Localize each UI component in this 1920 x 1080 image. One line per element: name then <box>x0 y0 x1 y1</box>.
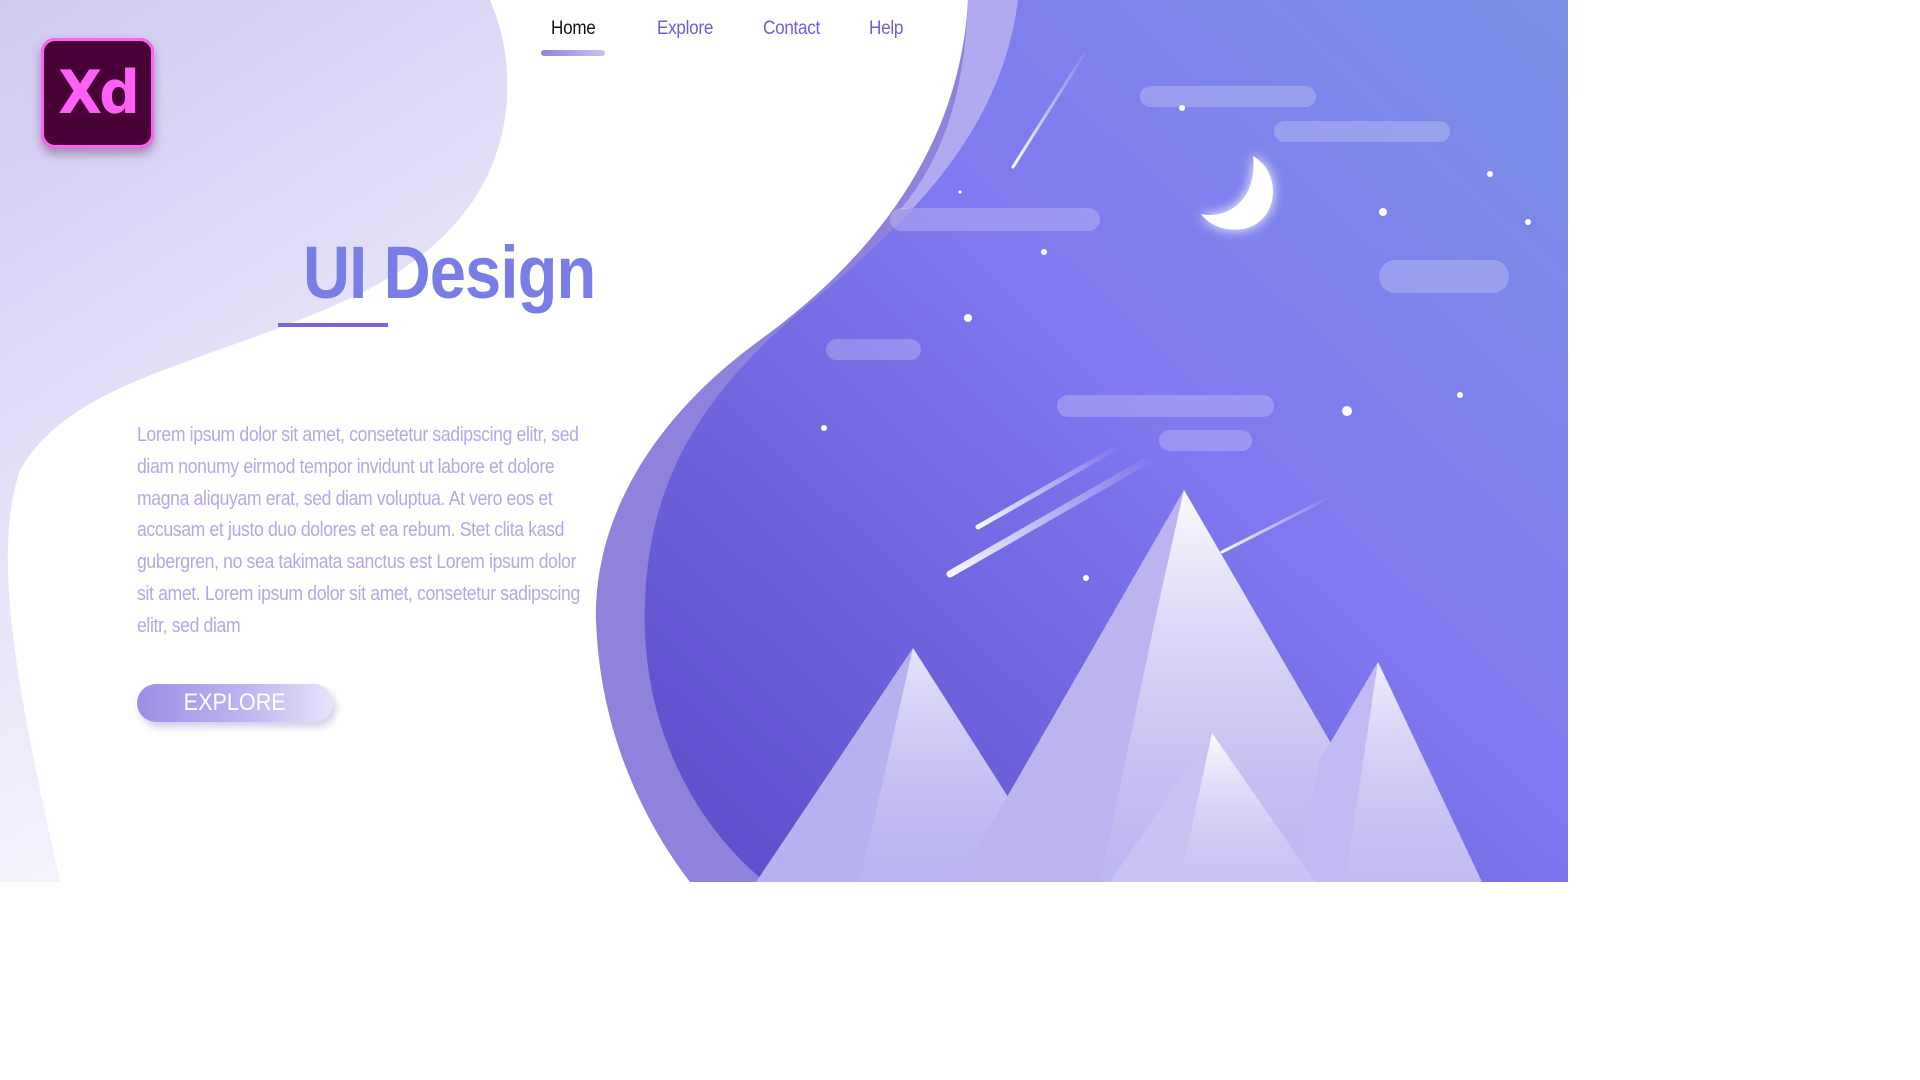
explore-button-label: EXPLORE <box>183 689 287 716</box>
title-underline <box>278 323 388 327</box>
explore-button[interactable]: EXPLORE <box>137 684 333 722</box>
hero-body-text: Lorem ipsum dolor sit amet, consetetur s… <box>137 424 580 637</box>
logo-text: Xd <box>57 58 140 128</box>
adobe-xd-logo: Xd <box>41 38 154 148</box>
hero-title: UI Design <box>303 231 596 314</box>
landing-page: Xd Home Explore Contact Help UI Design L… <box>0 0 1568 882</box>
nav-item-home[interactable]: Home <box>551 18 596 40</box>
nav-item-explore[interactable]: Explore <box>657 18 713 40</box>
nav-item-contact[interactable]: Contact <box>763 18 820 40</box>
active-nav-indicator <box>541 50 605 56</box>
nav-item-help[interactable]: Help <box>869 18 903 40</box>
